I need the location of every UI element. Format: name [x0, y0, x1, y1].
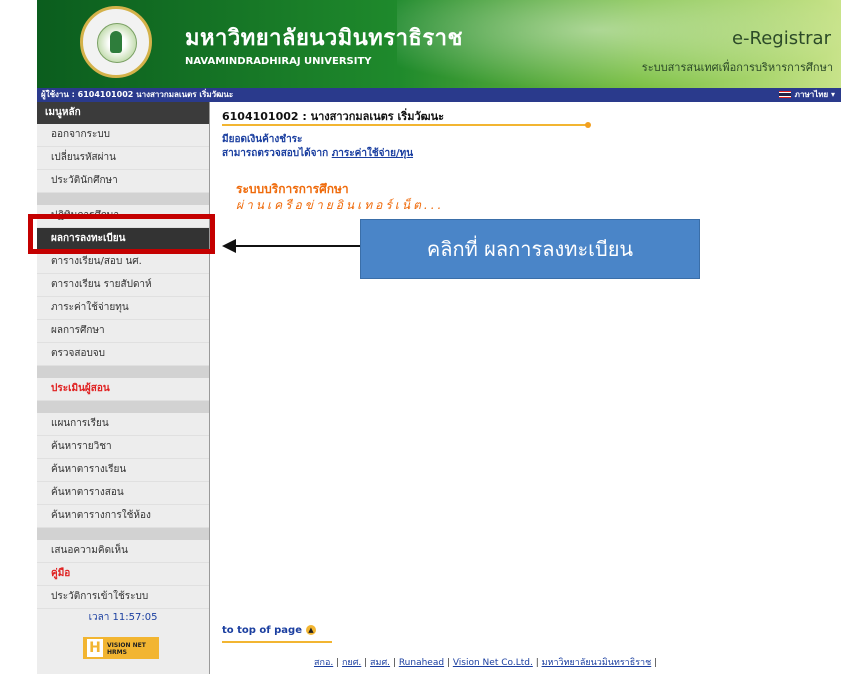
- vendor-logo-text: VISION NET HRMS: [107, 642, 146, 656]
- vision-net-logo[interactable]: H VISION NET HRMS: [83, 637, 159, 659]
- thai-flag-icon: [778, 91, 791, 98]
- menu-separator: [37, 193, 209, 205]
- footer-link-onesqa[interactable]: สมศ.: [370, 658, 390, 668]
- current-user: ผู้ใช้งาน : 6104101002 นางสาวกมลเนตร เริ…: [41, 90, 234, 99]
- sidebar-item-login-history[interactable]: ประวัติการเข้าใช้ระบบ: [37, 586, 209, 609]
- menu-separator: [37, 401, 209, 413]
- expenses-link[interactable]: ภาระค่าใช้จ่าย/ทุน: [332, 148, 413, 159]
- arrow-left-icon: [222, 239, 236, 253]
- check-notice: สามารถตรวจสอบได้จาก ภาระค่าใช้จ่าย/ทุน: [222, 146, 413, 161]
- sidebar-item-change-password[interactable]: เปลี่ยนรหัสผ่าน: [37, 147, 209, 170]
- sidebar-item-student-profile[interactable]: ประวัตินักศึกษา: [37, 170, 209, 193]
- seal-emblem: [110, 31, 122, 53]
- sidebar-item-expenses-scholarship[interactable]: ภาระค่าใช้จ่ายทุน: [37, 297, 209, 320]
- check-prefix: สามารถตรวจสอบได้จาก: [222, 148, 332, 159]
- sidebar-item-class-exam-schedule[interactable]: ตารางเรียน/สอบ นศ.: [37, 251, 209, 274]
- footer-link-slf[interactable]: กยศ.: [342, 658, 361, 668]
- instruction-callout: คลิกที่ ผลการลงทะเบียน: [360, 219, 700, 279]
- sidebar-item-study-plan[interactable]: แผนการเรียน: [37, 413, 209, 436]
- system-title: e-Registrar: [731, 28, 831, 49]
- to-top-link[interactable]: to top of page ▲: [222, 625, 316, 636]
- sidebar-item-feedback[interactable]: เสนอความคิดเห็น: [37, 540, 209, 563]
- sidebar-item-room-schedule-search[interactable]: ค้นหาตารางการใช้ห้อง: [37, 505, 209, 528]
- footer-link-ohec[interactable]: สกอ.: [314, 658, 333, 668]
- service-subtitle: ผ่านเครือข่ายอินเทอร์เน็ต...: [236, 198, 445, 212]
- footer-underline: [222, 641, 332, 643]
- sidebar-item-course-search[interactable]: ค้นหารายวิชา: [37, 436, 209, 459]
- debt-notice: มียอดเงินค้างชำระ: [222, 134, 303, 145]
- system-subtitle: ระบบสารสนเทศเพื่อการบริหารการศึกษา: [641, 61, 833, 74]
- arrow-line: [236, 245, 360, 247]
- footer-link-university[interactable]: มหาวิทยาลัยนวมินทราธิราช: [542, 658, 652, 668]
- university-name-th: มหาวิทยาลัยนวมินทราธิราช: [185, 26, 463, 51]
- university-seal-logo: [80, 6, 152, 78]
- highlight-box: [28, 214, 215, 254]
- language-selector[interactable]: ภาษาไทย ▾: [778, 88, 835, 102]
- menu-heading: เมนูหลัก: [37, 102, 209, 124]
- vendor-h-icon: H: [87, 639, 103, 657]
- clock-time: เวลา 11:57:05: [88, 612, 158, 623]
- underline-dot: [585, 122, 591, 128]
- footer-links: สกอ. | กยศ. | สมศ. | Runahead | Vision N…: [314, 658, 658, 668]
- sidebar-item-class-schedule-search[interactable]: ค้นหาตารางเรียน: [37, 459, 209, 482]
- sidebar-menu: เมนูหลัก ออกจากระบบ เปลี่ยนรหัสผ่าน ประว…: [37, 102, 210, 674]
- arrow-up-icon: ▲: [305, 625, 316, 635]
- sidebar-item-manual[interactable]: คู่มือ: [37, 563, 209, 586]
- user-bar: ผู้ใช้งาน : 6104101002 นางสาวกมลเนตร เริ…: [37, 88, 841, 102]
- sidebar-item-teaching-schedule-search[interactable]: ค้นหาตารางสอน: [37, 482, 209, 505]
- menu-separator: [37, 528, 209, 540]
- sidebar-item-grades[interactable]: ผลการศึกษา: [37, 320, 209, 343]
- menu-separator: [37, 366, 209, 378]
- site-header: มหาวิทยาลัยนวมินทราธิราช NAVAMINDRADHIRA…: [37, 0, 841, 88]
- student-id-name: 6104101002 : นางสาวกมลเนตร เริ่มวัฒนะ: [222, 110, 445, 123]
- sidebar-item-logout[interactable]: ออกจากระบบ: [37, 124, 209, 147]
- to-top-label: to top of page: [222, 625, 302, 636]
- footer-link-runahead[interactable]: Runahead: [399, 658, 444, 668]
- sidebar-item-weekly-schedule[interactable]: ตารางเรียน รายสัปดาห์: [37, 274, 209, 297]
- language-label: ภาษาไทย ▾: [794, 90, 835, 99]
- footer-link-visionnet[interactable]: Vision Net Co.Ltd.: [453, 658, 533, 668]
- university-name-en: NAVAMINDRADHIRAJ UNIVERSITY: [185, 56, 372, 67]
- title-underline: [222, 124, 588, 126]
- sidebar-item-graduation-check[interactable]: ตรวจสอบจบ: [37, 343, 209, 366]
- sidebar-item-teacher-evaluation[interactable]: ประเมินผู้สอน: [37, 378, 209, 401]
